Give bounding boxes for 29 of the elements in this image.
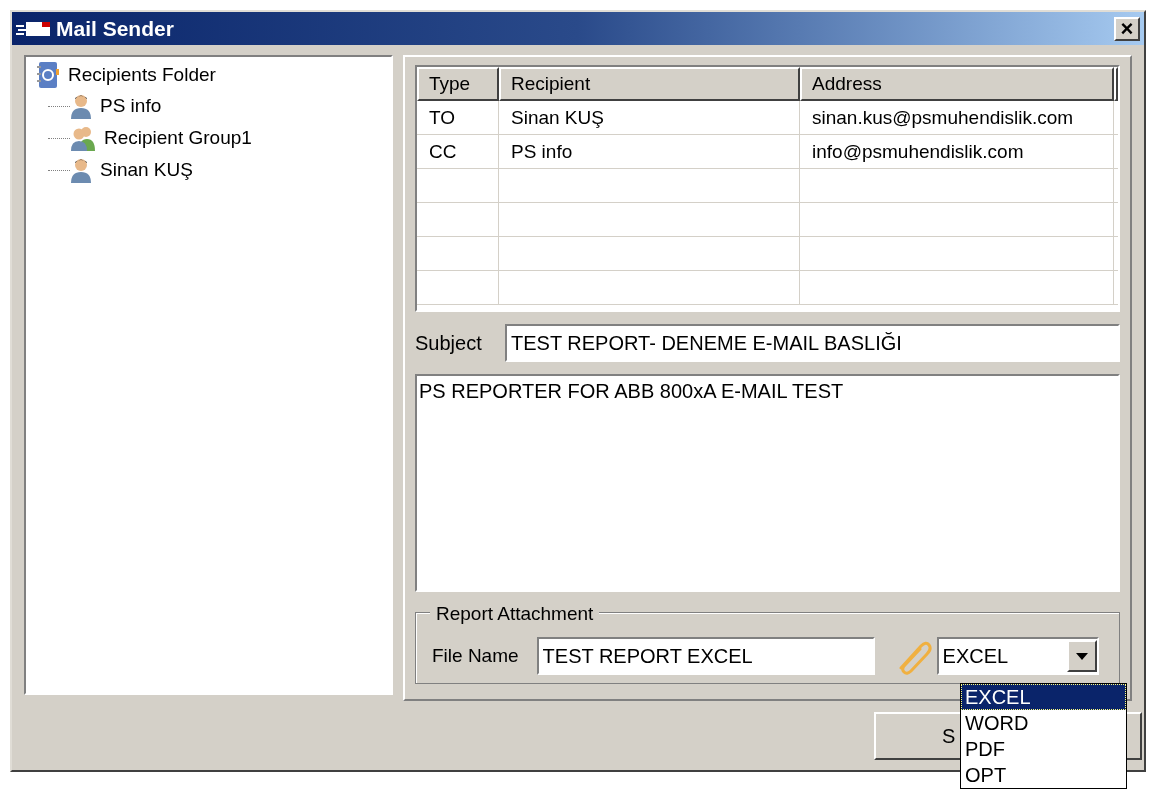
file-name-field[interactable]: TEST REPORT EXCEL (536, 637, 875, 676)
dropdown-option[interactable]: EXCEL (961, 684, 1126, 710)
person-icon (70, 157, 92, 184)
caret-icon (1075, 652, 1088, 660)
people-icon (70, 125, 96, 152)
tree-item[interactable]: Recipient Group1 (104, 124, 252, 153)
table-cell: sinan.kus@psmuhendislik.com (800, 101, 1114, 135)
dropdown-button[interactable] (1066, 640, 1097, 673)
subject-label: Subject (415, 331, 483, 357)
tree-item[interactable]: Recipients Folder (66, 61, 218, 90)
tree-item[interactable]: PS info (100, 92, 162, 121)
tree-item[interactable]: Sinan KUŞ (100, 156, 193, 185)
column-header[interactable]: Recipient (499, 67, 800, 102)
message-body-field[interactable]: PS REPORTER FOR ABB 800xA E-MAIL TEST (415, 374, 1120, 593)
column-header[interactable]: Type (417, 67, 499, 102)
table-cell: PS info (499, 135, 800, 169)
table-cell: TO (417, 101, 499, 135)
table-cell: info@psmuhendislik.com (800, 135, 1114, 169)
subject-field[interactable]: TEST REPORT- DENEME E-MAIL BASLIĞI (505, 324, 1120, 363)
address-book-icon (36, 61, 60, 90)
close-button[interactable]: × (1114, 16, 1140, 41)
column-header[interactable]: Address (800, 67, 1114, 102)
table-cell: Sinan KUŞ (499, 101, 800, 135)
file-name-label: File Name (432, 644, 519, 669)
table-cell: CC (417, 135, 499, 169)
window-title: Mail Sender (56, 15, 174, 42)
person-icon (70, 93, 92, 120)
format-dropdown[interactable]: EXCEL (936, 637, 1099, 676)
mail-icon (16, 19, 52, 38)
